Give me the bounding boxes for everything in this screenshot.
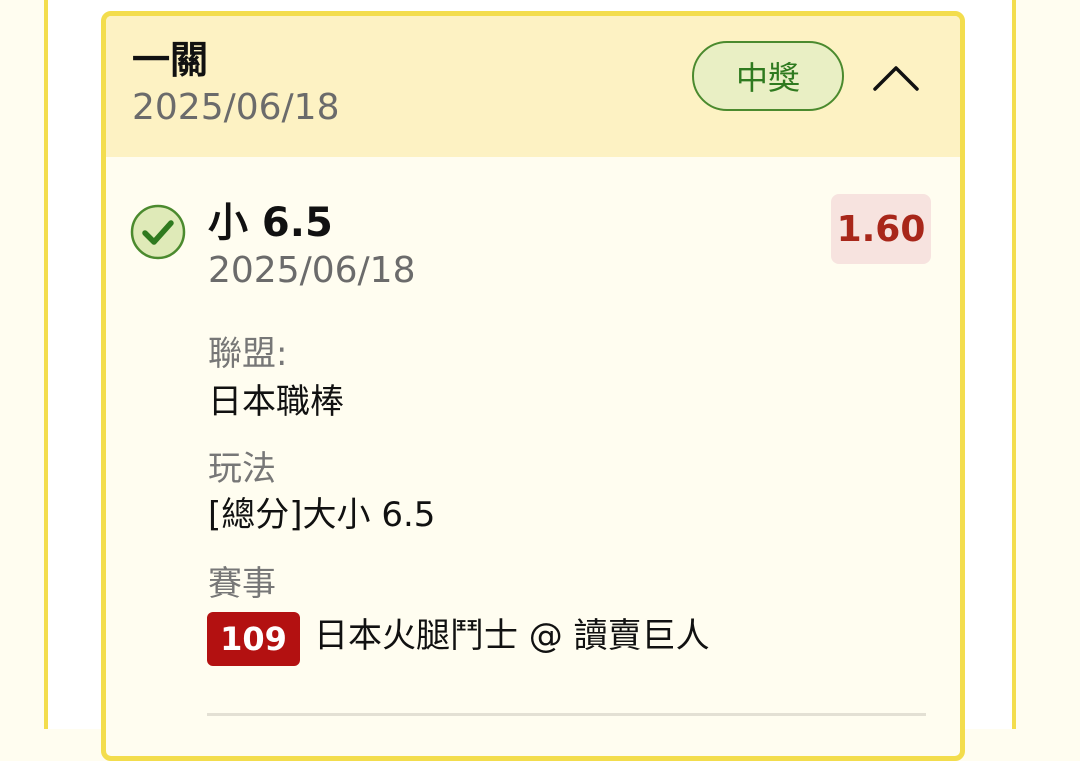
selection-title: 小 6.5 bbox=[208, 200, 333, 246]
bet-card: 一關 2025/06/18 中獎 小 6.5 2025/06/18 1.60 聯… bbox=[101, 11, 965, 761]
divider bbox=[207, 713, 926, 716]
chevron-up-icon bbox=[873, 66, 919, 91]
bet-card-header[interactable]: 一關 2025/06/18 中獎 bbox=[106, 16, 960, 157]
play-label: 玩法 bbox=[208, 449, 276, 489]
event-name: 日本火腿鬥士 @ 讀賣巨人 bbox=[314, 616, 710, 656]
event-number-badge: 109 bbox=[207, 612, 300, 666]
right-accent-rail bbox=[1012, 0, 1016, 729]
odds-badge: 1.60 bbox=[831, 194, 931, 264]
league-label: 聯盟: bbox=[208, 334, 288, 374]
bet-date: 2025/06/18 bbox=[132, 87, 340, 128]
play-value: [總分]大小 6.5 bbox=[208, 495, 436, 535]
collapse-button[interactable] bbox=[866, 54, 926, 100]
left-accent-rail bbox=[44, 0, 48, 729]
check-circle-icon bbox=[130, 204, 186, 260]
event-label: 賽事 bbox=[208, 564, 276, 604]
league-value: 日本職棒 bbox=[208, 382, 344, 422]
selection-date: 2025/06/18 bbox=[208, 250, 416, 291]
status-badge: 中獎 bbox=[692, 41, 844, 111]
bet-type-title: 一關 bbox=[132, 38, 209, 82]
